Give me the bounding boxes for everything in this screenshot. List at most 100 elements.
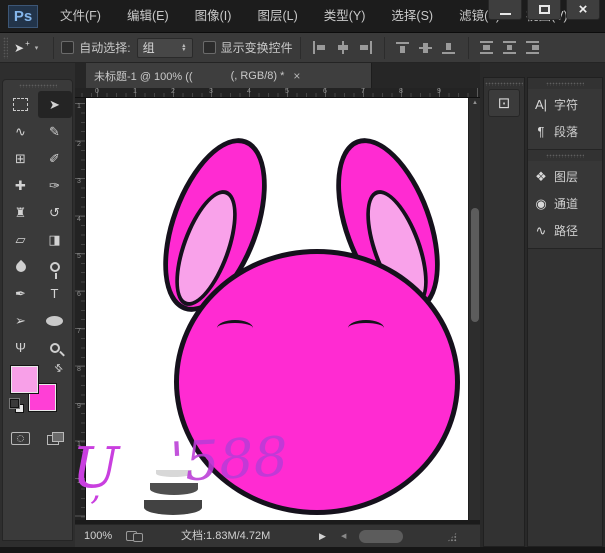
3d-panel-button[interactable]: ⊡ [488, 89, 520, 117]
panel-tab-paragraph[interactable]: ¶ 段落 [528, 118, 602, 145]
auto-select-value: 组 [143, 39, 155, 56]
paint-bucket-icon: ◨ [48, 232, 60, 248]
align-top-edges-icon[interactable] [396, 41, 411, 54]
ellipse-icon [46, 316, 63, 326]
foreground-color-swatch[interactable] [11, 366, 38, 393]
layers-panel-icon: ❖ [528, 169, 554, 185]
distribute-top-edges-icon[interactable] [480, 41, 495, 54]
dock2-gripper[interactable] [546, 82, 584, 86]
move-tool[interactable]: ➤ [38, 91, 72, 118]
options-bar-gripper[interactable] [3, 37, 8, 59]
menu-file[interactable]: 文件(F) [47, 0, 114, 32]
close-button[interactable]: × [566, 0, 600, 20]
status-popup-icon[interactable]: ▶ [319, 525, 326, 548]
options-bar: ➤ + ▾ 自动选择: 组 ▲▼ 显示变换控件 [0, 33, 605, 63]
pen-tool[interactable]: ✒ [4, 280, 38, 307]
spot-healing-brush-tool[interactable]: ✚ [4, 172, 38, 199]
quick-selection-tool[interactable]: ✎ [38, 118, 72, 145]
document-tab[interactable]: 未标题-1 @ 100% (( (, RGB/8) * × [86, 63, 372, 88]
menu-select[interactable]: 选择(S) [378, 0, 446, 32]
swap-colors-icon[interactable]: ⇆ [51, 362, 65, 376]
marquee-icon [13, 98, 28, 111]
quick-mask-button[interactable] [11, 432, 30, 445]
paint-bucket-tool[interactable]: ◨ [38, 226, 72, 253]
tab-close-icon[interactable]: × [293, 69, 300, 83]
type-icon: T [51, 286, 59, 301]
dock2-gripper-2[interactable] [546, 154, 584, 158]
clone-stamp-icon: ♜ [15, 205, 27, 221]
default-colors-icon[interactable] [10, 399, 26, 413]
sketch-mark-3 [144, 500, 202, 515]
vertical-scrollbar[interactable]: ▲ [468, 98, 480, 520]
move-icon: ➤ [49, 97, 60, 113]
pen-icon: ✒ [15, 286, 26, 302]
dock1-gripper[interactable] [485, 82, 523, 86]
blur-tool[interactable] [4, 253, 38, 280]
horizontal-scrollbar-thumb[interactable] [359, 530, 403, 543]
align-right-edges-icon[interactable] [358, 41, 373, 54]
panel-tab-channels[interactable]: ◉ 通道 [528, 190, 602, 217]
align-left-edges-icon[interactable] [312, 41, 327, 54]
hand-icon: Ψ [15, 340, 26, 355]
align-bottom-edges-icon[interactable] [442, 41, 457, 54]
quick-mask-icon [17, 435, 24, 442]
path-selection-icon: ➢ [15, 313, 26, 329]
history-brush-icon: ↺ [49, 205, 60, 221]
eraser-icon: ▱ [16, 232, 26, 248]
document-tab-mode: (, RGB/8) * [231, 70, 285, 82]
screen-mode-button[interactable] [47, 432, 64, 445]
vertical-scrollbar-thumb[interactable] [471, 208, 479, 322]
eraser-tool[interactable]: ▱ [4, 226, 38, 253]
resize-grip-icon[interactable] [447, 532, 457, 542]
menu-type[interactable]: 类型(Y) [311, 0, 379, 32]
history-brush-tool[interactable]: ↺ [38, 199, 72, 226]
eyedropper-icon: ✐ [49, 151, 60, 167]
zoom-tool[interactable] [38, 334, 72, 361]
dodge-tool[interactable] [38, 253, 72, 280]
spinner-icon: ▲▼ [181, 44, 186, 52]
align-vertical-centers-icon[interactable] [419, 41, 434, 54]
brush-icon: ✑ [49, 178, 60, 194]
move-tool-preset[interactable]: ➤ + [14, 41, 30, 55]
show-transform-checkbox[interactable] [203, 41, 216, 54]
window-controls: × [488, 0, 600, 20]
type-tool[interactable]: T [38, 280, 72, 307]
panel-tab-character[interactable]: A| 字符 [528, 91, 602, 118]
menu-edit[interactable]: 编辑(E) [114, 0, 182, 32]
3d-panel-icon: ⊡ [498, 94, 511, 112]
ellipse-tool[interactable] [38, 307, 72, 334]
minimize-icon [500, 13, 511, 15]
menu-layer[interactable]: 图层(L) [244, 0, 310, 32]
chevron-down-icon[interactable]: ▾ [35, 44, 39, 52]
rectangular-marquee-tool[interactable] [4, 91, 38, 118]
zoom-level-field[interactable]: 100% [84, 525, 112, 548]
panel-tab-layers[interactable]: ❖ 图层 [528, 163, 602, 190]
minimize-button[interactable] [488, 0, 522, 20]
watermark-fragment-2: ‚ [90, 468, 101, 508]
brush-tool[interactable]: ✑ [38, 172, 72, 199]
align-horizontal-centers-icon[interactable] [335, 41, 350, 54]
crop-tool[interactable]: ⊞ [4, 145, 38, 172]
quick-selection-icon: ✎ [49, 124, 60, 140]
distribute-vertical-centers-icon[interactable] [503, 41, 518, 54]
maximize-button[interactable] [527, 0, 561, 20]
toolbox: ➤ ∿ ✎ ⊞ ✐ ✚ ✑ ♜ ↺ ▱ ◨ ✒ T ➢ Ψ ⇆ [2, 79, 73, 541]
toolbox-gripper[interactable] [19, 84, 57, 88]
watermark-fragment-3: '588 [168, 425, 289, 494]
auto-select-dropdown[interactable]: 组 ▲▼ [137, 38, 193, 58]
healing-brush-icon: ✚ [15, 178, 26, 194]
panel-tab-paths[interactable]: ∿ 路径 [528, 217, 602, 244]
horizontal-ruler[interactable]: 0 1 2 3 4 5 6 7 8 9 [75, 88, 480, 98]
distribute-bottom-edges-icon[interactable] [526, 41, 541, 54]
menu-image[interactable]: 图像(I) [182, 0, 245, 32]
lasso-tool[interactable]: ∿ [4, 118, 38, 145]
maximize-icon [539, 5, 550, 14]
auto-select-label: 自动选择: [79, 39, 130, 56]
auto-select-checkbox[interactable] [61, 41, 74, 54]
scroll-left-icon[interactable]: ◀ [341, 525, 346, 548]
hand-tool[interactable]: Ψ [4, 334, 38, 361]
eyedropper-tool[interactable]: ✐ [38, 145, 72, 172]
path-selection-tool[interactable]: ➢ [4, 307, 38, 334]
clone-stamp-tool[interactable]: ♜ [4, 199, 38, 226]
right-dock: ⊡ A| 字符 ¶ 段落 ❖ 图层 ◉ 通道 ∿ 路 [480, 63, 605, 547]
